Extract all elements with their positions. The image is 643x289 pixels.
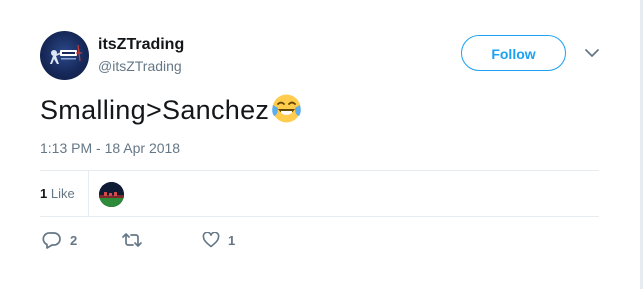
tweet-text: Smalling>Sanchez [40, 92, 303, 126]
retweet-icon [122, 233, 142, 247]
like-count: 1 [228, 232, 236, 248]
author-handle[interactable]: @itsZTrading [98, 58, 182, 74]
reply-icon [42, 232, 61, 249]
stats-top-divider [40, 170, 599, 171]
liker-avatar[interactable] [99, 182, 124, 207]
likes-stat[interactable]: 1 Like [40, 186, 75, 201]
reply-count: 2 [70, 232, 78, 248]
likes-label: Like [50, 186, 75, 201]
tweet-timestamp[interactable]: 1:13 PM - 18 Apr 2018 [40, 140, 180, 156]
like-button[interactable]: 1 [202, 230, 235, 250]
chevron-down-icon[interactable] [584, 46, 600, 58]
tweet-text-content: Smalling>Sanchez [40, 95, 270, 125]
stats-vertical-divider [88, 171, 89, 216]
heart-icon [202, 232, 220, 248]
author-display-name[interactable]: itsZTrading [98, 36, 184, 54]
author-avatar[interactable] [40, 31, 89, 80]
retweet-button[interactable] [121, 230, 143, 250]
actions-top-divider [40, 216, 599, 217]
face-with-tears-of-joy-icon [270, 92, 303, 125]
likes-count: 1 [40, 186, 48, 201]
reply-button[interactable]: 2 [42, 230, 77, 250]
follow-button[interactable]: Follow [461, 35, 566, 71]
